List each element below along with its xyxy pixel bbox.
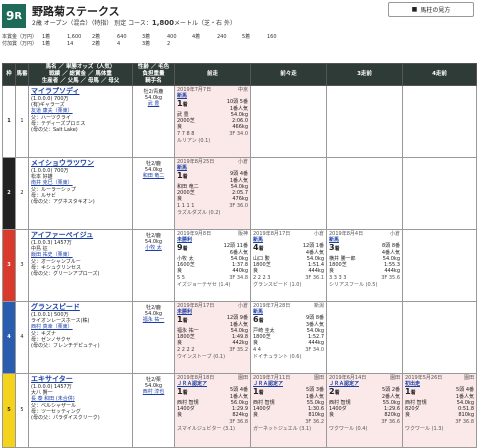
trainer-link[interactable]: 友道 康夫（栗東） (31, 108, 73, 114)
past-race-cell: 2019年8月17日 小倉 未勝利 1着 12頭 9番 1番人気 福永 祐一 54.0kg 18… (174, 301, 251, 374)
waku-number: 1 (2, 85, 16, 158)
past-race-empty (326, 85, 403, 158)
horse-name-link[interactable]: エキサイター (31, 375, 130, 384)
prize-table: 本賞金（万円） 1着 1,600 2着 640 3着 400 4着 240 5着 160 付加賞（万円… (2, 34, 292, 48)
past-race-empty (250, 157, 327, 230)
past-race-cell: 2019年8月17日 小倉 新馬 4着 12頭 1番 4番人気 山口 勲 54.0kg 1800… (250, 229, 327, 302)
trainer-link[interactable]: 南井 克巳（栗東） (31, 180, 73, 186)
past-race-cell: 2019年6月14日 園田 ＪＲＡ認定ア 2着 5頭 2番 2番人気 西村 智規 55.0kg… (326, 373, 403, 448)
horse-row: 4 4 グランスピード (1.0.0.1) 500万 ライオンレースホース(株) 西村 真… (2, 301, 477, 374)
header-waku: 枠 (2, 63, 16, 86)
header-horse: 馬名 ／ 単勝オッズ（人気） 戦績 ／ 総賞金 ／ 馬体重 生産者 ／ 父馬 ／ 母… (28, 63, 133, 86)
header-uma: 馬番 (15, 63, 29, 86)
trainer-link[interactable]: 飯田 祐史（栗東） (31, 252, 73, 258)
horse-number: 3 (15, 229, 29, 302)
horse-number: 5 (15, 373, 29, 448)
waku-number: 2 (2, 157, 16, 230)
horse-info: エキサイター (1.0.0.0) 1457万 大八 賢一長 泰 和田 (未合併) 父：… (28, 373, 133, 448)
past-race-empty (402, 301, 477, 374)
horse-number: 4 (15, 301, 29, 374)
jockey-info: 牡2/鹿 54.0kg 小牧 太 (132, 229, 175, 302)
jockey-info: 牡2/栗 54.0kg 西村 淳也 (132, 373, 175, 448)
horse-number: 1 (15, 85, 29, 158)
race-conditions: 2歳 オープン（混合）（特指） 別定 コース：1,800メートル（芝・右 外） (32, 19, 236, 27)
how-to-read-button[interactable]: ■ 馬柱の見方 (388, 2, 474, 17)
jockey-info: 牡2/鹿 54.0kg 福永 祐一 (132, 301, 175, 374)
horse-info: マイラプソディ (1.0.0.0) 700万 (有)ギャラーズ 友道 康夫（栗東） 父：… (28, 85, 133, 158)
past-race-cell: 2019年7月28日 新潟 新馬 6着 9頭 8番 3番人気 戸崎 圭太 54.0kg 1800… (250, 301, 327, 374)
header-jockey: 性齢 ／ 毛色 負担重量 騎手名 (132, 63, 175, 86)
race-card-table: 枠馬番 馬名 ／ 単勝オッズ（人気） 戦績 ／ 総賞金 ／ 馬体重 生産者 ／ 父馬 … (2, 63, 477, 448)
horse-row: 5 5 エキサイター (1.0.0.0) 1457万 大八 賢一長 泰 和田 (未合併)… (2, 373, 477, 448)
jockey-info: 牡2/鹿 54.0kg 和田 竜二 (132, 157, 175, 230)
waku-number: 4 (2, 301, 16, 374)
horse-name-link[interactable]: メイショウラツワン (31, 159, 130, 168)
horse-info: グランスピード (1.0.0.1) 500万 ライオンレースホース(株) 西村 真幸（… (28, 301, 133, 374)
past-race-empty (326, 301, 403, 374)
past-race-cell: 2019年8月4日 小倉 新馬 3着 8頭 8番 4番人気 横井 勝一郎 54.0kg 1800… (326, 229, 403, 302)
waku-number: 3 (2, 229, 16, 302)
header-2nd-last: 前々走 (250, 63, 327, 86)
horse-info: メイショウラツワン (1.0.0.0) 700万 松本 好雄 南井 克巳（栗東） 父：ル… (28, 157, 133, 230)
race-number-badge: 9R (2, 4, 26, 28)
trainer-link[interactable]: 長 泰 和田 (未合併) (31, 396, 75, 402)
horse-row: 1 1 マイラプソディ (1.0.0.0) 700万 (有)ギャラーズ 友道 康夫（栗東）… (2, 85, 477, 158)
past-race-cell: 2019年5月26日 園田 初出走 1着 5頭 4番 1番人気 西村 智規 54.0kg 820… (402, 373, 477, 448)
race-header: 9R 野路菊ステークス 2歳 オープン（混合）（特指） 別定 コース：1,800… (0, 0, 480, 47)
horse-row: 3 3 アイファーペイジュ (1.0.0.3) 1457万 中島 征飯田 祐史（栗東）父… (2, 229, 477, 302)
past-race-empty (402, 229, 477, 302)
past-race-empty (250, 85, 327, 158)
past-race-cell: 2019年7月11日 園田 ＪＲＡ認定ア 1着 5頭 3番 1番人気 西村 智規 55.0kg… (250, 373, 327, 448)
jockey-link[interactable]: 福永 祐一 (143, 317, 165, 323)
horse-number: 2 (15, 157, 29, 230)
past-race-empty (402, 85, 477, 158)
past-race-cell: 2019年8月18日 園田 ＪＲＡ認定ア 1着 5頭 4番 1番人気 西村 智規 56.0kg… (174, 373, 251, 448)
header-4th-last: 4走前 (402, 63, 477, 86)
jockey-info: 牡2/青鹿 54.0kg 武 豊 (132, 85, 175, 158)
past-race-cell: 2019年8月25日 小倉 新馬 1着 9頭 4番 1番人気 和田 竜二 54.0kg 2000… (174, 157, 251, 230)
horse-info: アイファーペイジュ (1.0.0.3) 1457万 中島 征飯田 祐史（栗東） 父：オ… (28, 229, 133, 302)
header-last-race: 前走 (174, 63, 251, 86)
prize-row: 付加賞（万円） 1着 14 2着 4 3着 2 (2, 41, 171, 47)
horse-name-link[interactable]: アイファーペイジュ (31, 231, 130, 240)
horse-name-link[interactable]: マイラプソディ (31, 87, 130, 96)
race-name: 野路菊ステークス (32, 5, 120, 18)
past-race-empty (402, 157, 477, 230)
prize-row: 本賞金（万円） 1着 1,600 2着 640 3着 400 4着 240 5着 160 (2, 34, 277, 40)
header-3rd-last: 3走前 (326, 63, 403, 86)
jockey-link[interactable]: 武 豊 (148, 101, 160, 107)
help-icon: ■ (411, 6, 418, 13)
past-race-empty (326, 157, 403, 230)
past-race-cell: 2019年9月8日 阪神 未勝利 9着 12頭 11番 6番人気 小牧 太 54.0kg 160… (174, 229, 251, 302)
jockey-link[interactable]: 小牧 太 (145, 245, 162, 251)
jockey-link[interactable]: 和田 竜二 (143, 173, 165, 179)
past-race-cell: 2019年7月7日 中京 新馬 1着 10頭 5番 1番人気武 豊 54.0kg 2000芝 2… (174, 85, 251, 158)
waku-number: 5 (2, 373, 16, 448)
jockey-link[interactable]: 西村 淳也 (143, 389, 165, 395)
horse-row: 2 2 メイショウラツワン (1.0.0.0) 700万 松本 好雄 南井 克巳（栗東）父… (2, 157, 477, 230)
horse-name-link[interactable]: グランスピード (31, 303, 130, 312)
trainer-link[interactable]: 西村 真幸（栗東） (31, 324, 73, 330)
